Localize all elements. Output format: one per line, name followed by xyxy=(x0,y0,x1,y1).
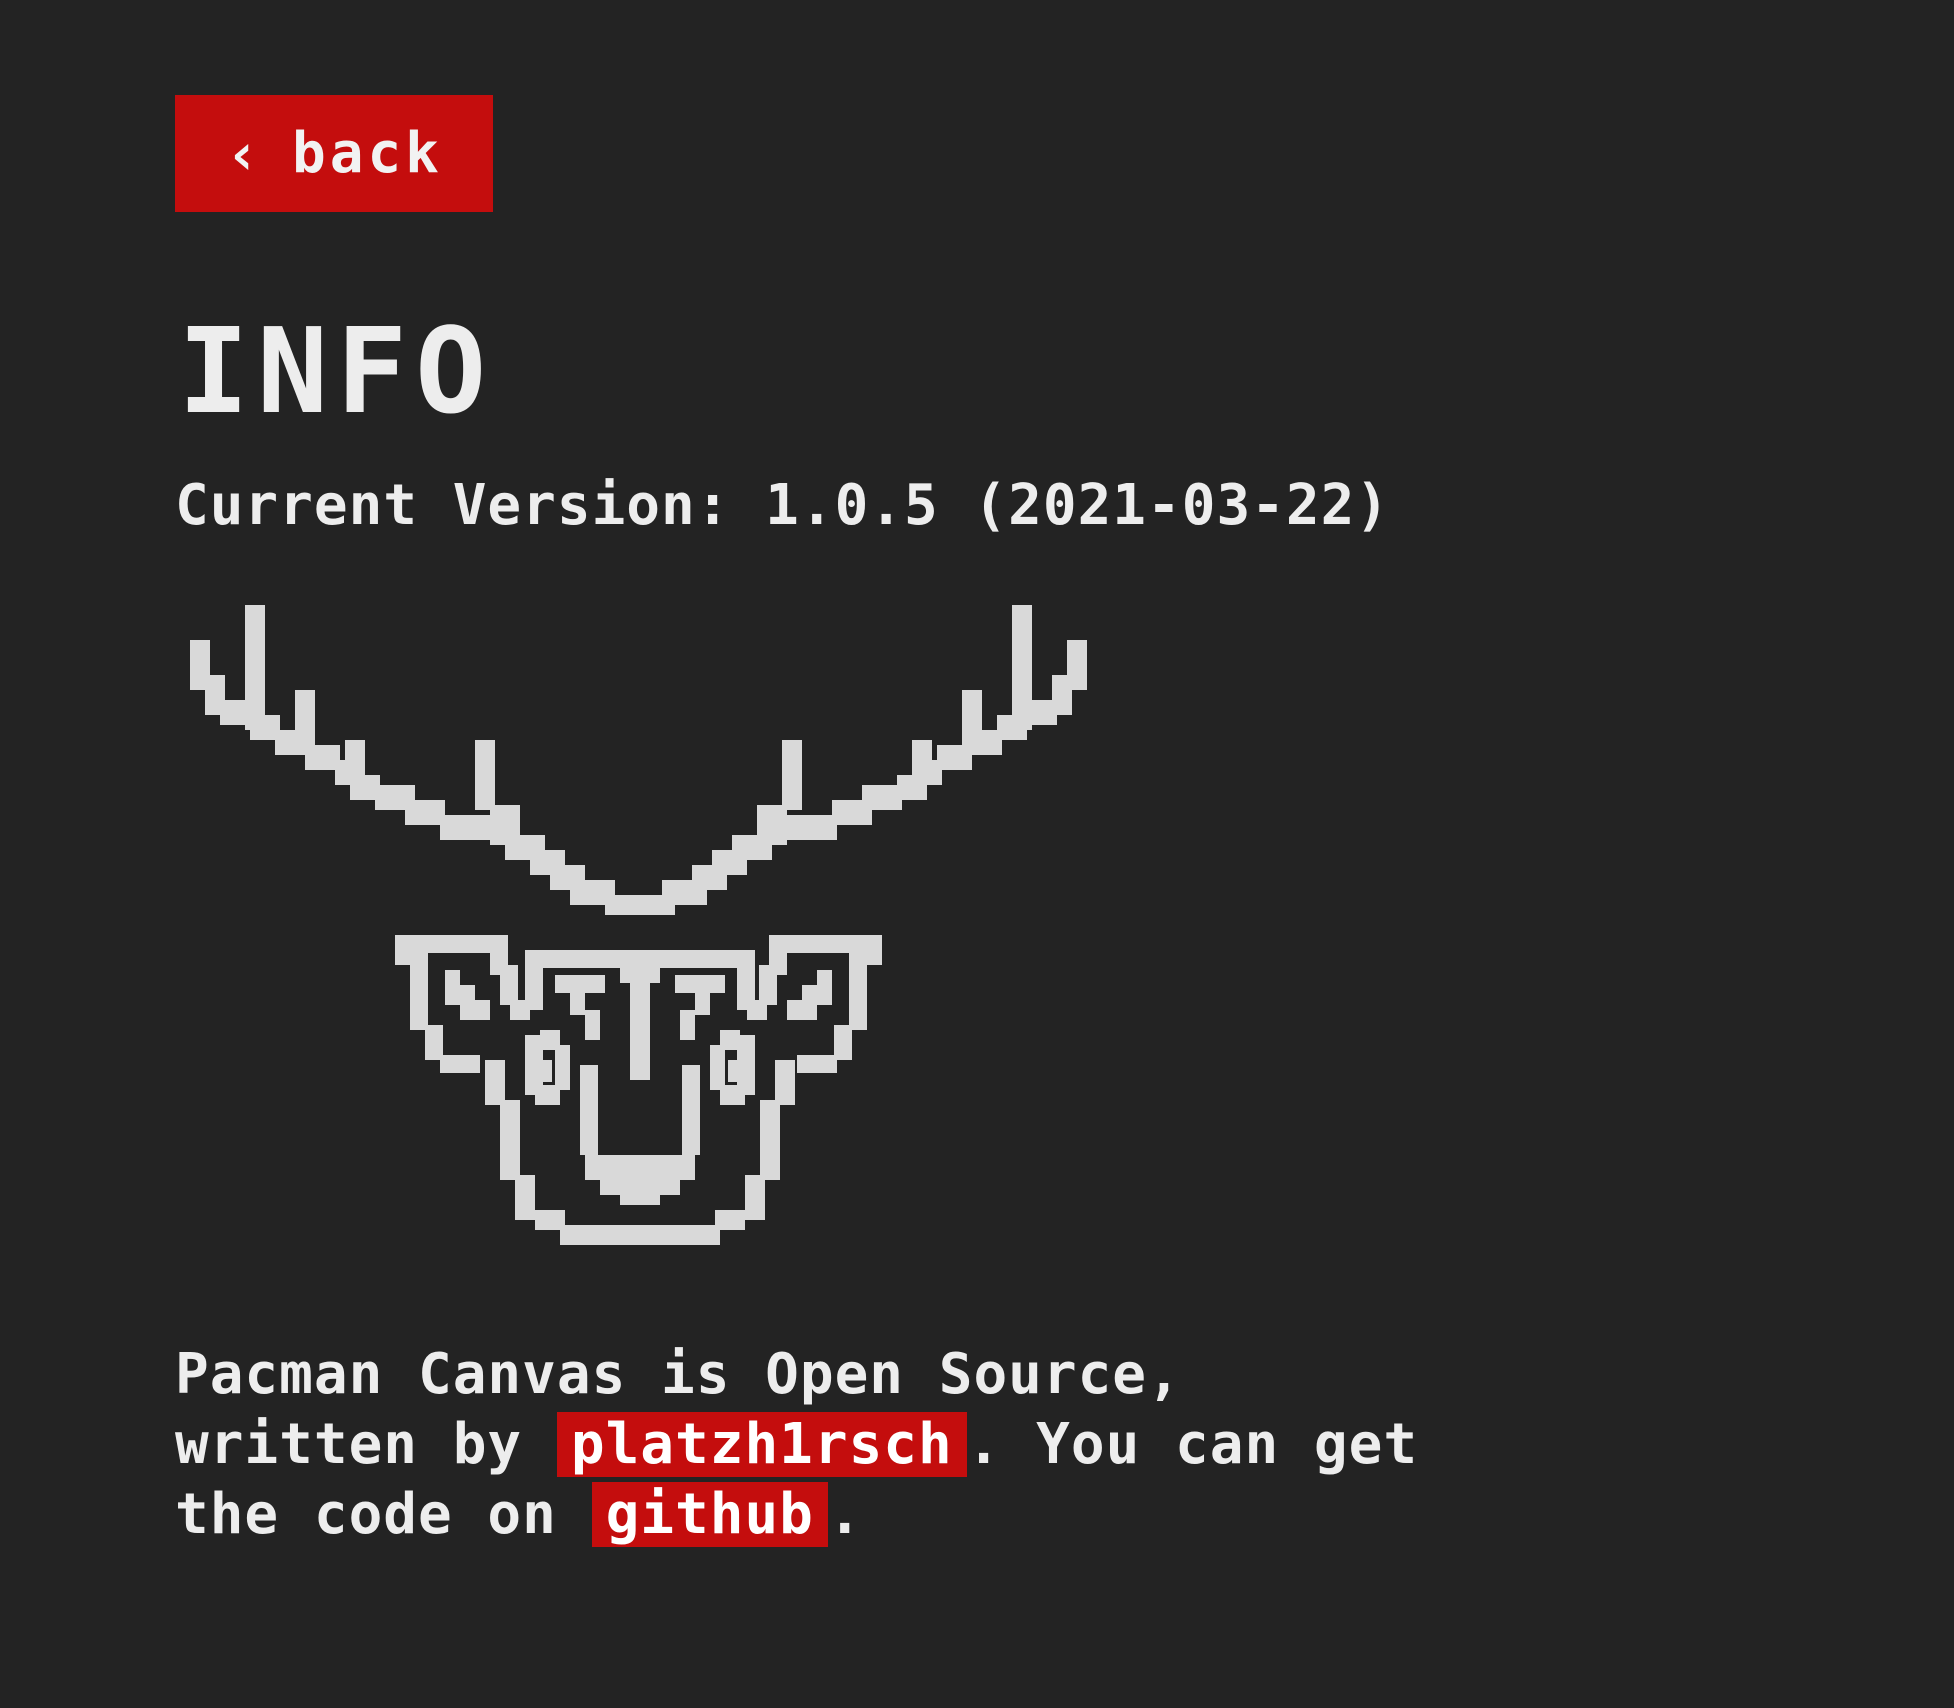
deer-head xyxy=(395,935,882,1245)
back-button[interactable]: ‹ back xyxy=(175,95,493,212)
version-line: Current Version: 1.0.5 (2021-03-22) xyxy=(175,478,1390,534)
page-title: INFO xyxy=(178,302,495,440)
about-line-3-suffix: . xyxy=(827,1482,863,1547)
chevron-left-icon: ‹ xyxy=(225,119,265,188)
left-antler xyxy=(190,605,615,905)
author-link[interactable]: platzh1rsch xyxy=(556,1412,967,1477)
back-button-label: back xyxy=(292,121,443,186)
about-line-2-suffix: . You can get xyxy=(966,1412,1419,1477)
version-value: 1.0.5 (2021-03-22) xyxy=(765,473,1391,538)
about-line-3-prefix: the code on xyxy=(175,1482,557,1547)
about-line-2-prefix: written by xyxy=(175,1412,523,1477)
version-label: Current Version: xyxy=(175,473,731,538)
github-link[interactable]: github xyxy=(591,1482,828,1547)
about-text: Pacman Canvas is Open Source, written by… xyxy=(175,1340,1895,1550)
right-antler xyxy=(662,605,1087,905)
deer-head-logo xyxy=(190,605,1087,1245)
about-line-1: Pacman Canvas is Open Source, xyxy=(175,1342,1182,1407)
about-line-3: the code on github. xyxy=(175,1480,1895,1550)
about-line-2: written by platzh1rsch. You can get xyxy=(175,1410,1895,1480)
